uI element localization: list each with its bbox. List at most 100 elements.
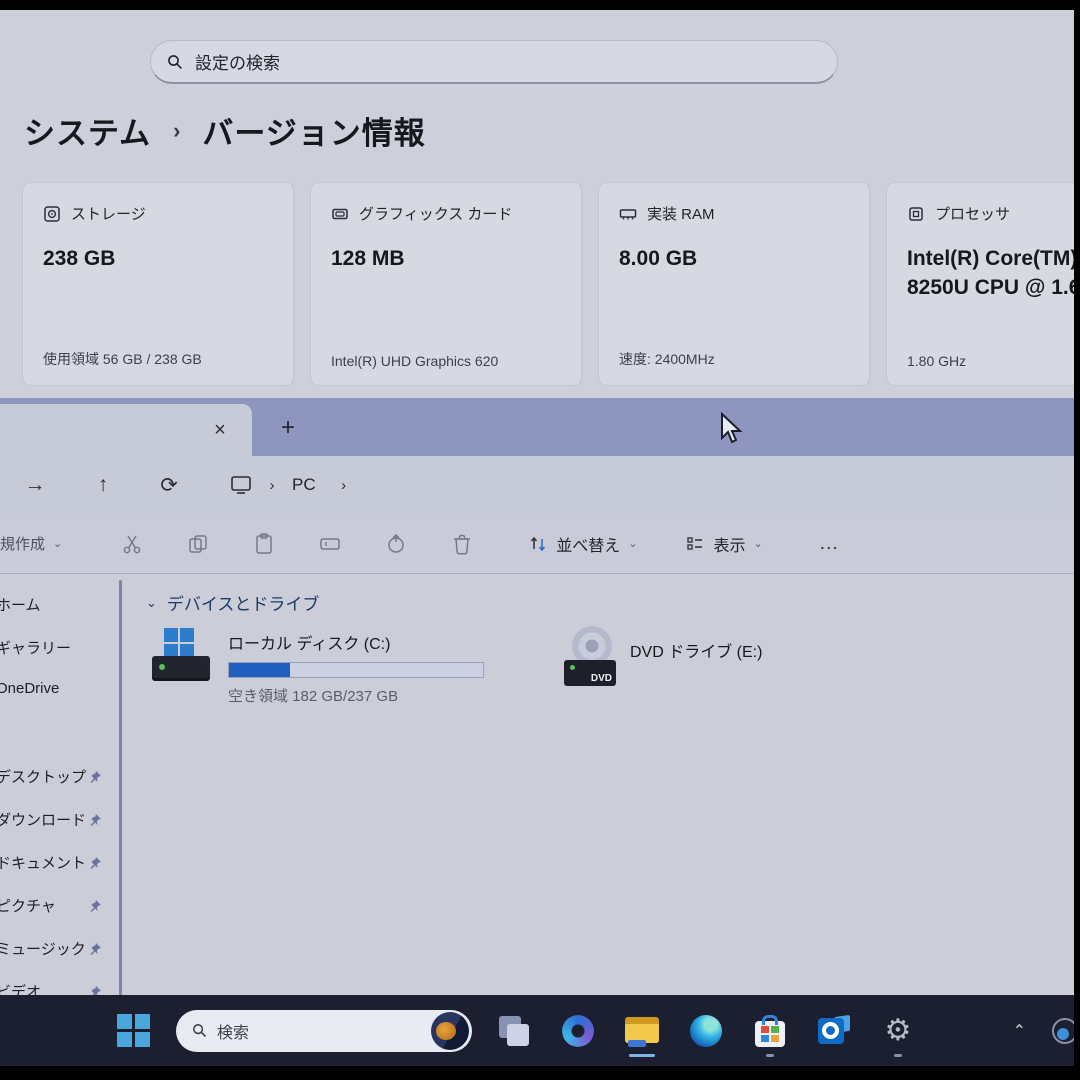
paste-icon[interactable] [252,532,276,556]
outlook-icon [818,1016,850,1046]
start-button[interactable] [112,1003,156,1059]
copilot-icon [562,1015,594,1047]
file-explorer-window: × + → ↑ ⟳ › PC › 規作成 ⌄ [0,398,1074,1005]
drive-dvd-e[interactable]: DVD DVD ドライブ (E:) [554,626,762,706]
chevron-down-icon: ⌄ [146,595,157,611]
windows-logo-icon [117,1014,151,1048]
task-view-icon [499,1016,529,1046]
pin-icon [88,942,102,956]
sidebar-item-pictures[interactable]: ピクチャ [0,895,126,916]
outlook-button[interactable] [812,1003,856,1059]
card-label: プロセッサ [935,203,1010,224]
settings-button[interactable]: ⚙ [876,1003,920,1059]
chevron-down-icon: ⌄ [753,537,762,550]
active-app-indicator [629,1054,655,1057]
copilot-button[interactable] [556,1003,600,1059]
sidebar-item-gallery[interactable]: ギャラリー [0,637,126,658]
tray-chevron-up-icon[interactable]: ⌃ [1013,1021,1026,1041]
disk-usage-bar [228,662,484,678]
view-button[interactable]: 表示 ⌄ [685,532,762,556]
card-ram[interactable]: 実装 RAM 8.00 GB 速度: 2400MHz [598,182,870,386]
new-tab-button[interactable]: + [272,412,304,444]
delete-icon[interactable] [450,532,474,556]
sort-button[interactable]: 並べ替え ⌄ [528,532,637,556]
tab-close-icon[interactable]: × [206,416,234,444]
card-detail: 速度: 2400MHz [619,349,715,369]
forward-icon[interactable]: → [0,473,70,497]
explorer-tab[interactable]: × [0,404,252,456]
sidebar-item-music[interactable]: ミュージック [0,938,126,959]
gear-icon: ⚙ [885,1016,912,1046]
pin-icon [88,770,102,784]
microsoft-store-button[interactable] [748,1003,792,1059]
card-label: グラフィックス カード [359,203,512,224]
sidebar-item-downloads[interactable]: ダウンロード [0,809,126,830]
chevron-down-icon: ⌄ [53,537,62,550]
task-view-button[interactable] [492,1003,536,1059]
taskbar-search-label: 検索 [217,1019,421,1043]
chevron-down-icon: ⌄ [628,537,637,550]
explorer-nav-bar: → ↑ ⟳ › PC › [0,456,1074,514]
file-explorer-icon [625,1017,659,1045]
pin-icon [88,813,102,827]
card-value: Intel(R) Core(TM) i5-8250U CPU @ 1.60GHz [907,244,1074,303]
rename-icon[interactable] [318,532,342,556]
screen: 設定の検索 システム › バージョン情報 ストレージ 238 GB 使用領域 5… [0,10,1074,1066]
disk-free-space: 空き領域 182 GB/237 GB [228,685,484,706]
edge-button[interactable] [684,1003,728,1059]
card-detail: 1.80 GHz [907,353,966,369]
sidebar-item-home[interactable]: ホーム [0,594,126,615]
sort-icon [528,534,548,554]
gpu-icon [331,205,349,223]
sidebar-item-onedrive[interactable]: OneDrive [0,680,126,697]
storage-icon [43,205,61,223]
open-app-indicator [766,1054,774,1057]
card-value: 8.00 GB [619,244,849,273]
search-highlight-image[interactable] [431,1012,469,1050]
pin-icon [88,899,102,913]
up-icon[interactable]: ↑ [70,473,136,497]
drive-name: DVD ドライブ (E:) [630,638,762,706]
drive-local-disk-c[interactable]: ローカル ディスク (C:) 空き領域 182 GB/237 GB [152,626,484,706]
card-storage[interactable]: ストレージ 238 GB 使用領域 56 GB / 238 GB [22,182,294,386]
search-icon [192,1023,207,1038]
sidebar-item-documents[interactable]: ドキュメント [0,852,126,873]
settings-search-input[interactable]: 設定の検索 [150,40,838,84]
file-explorer-button[interactable] [620,1003,664,1059]
address-pc[interactable]: PC [292,475,316,495]
sidebar-item-desktop[interactable]: デスクトップ [0,766,126,787]
breadcrumb-chevron: › [316,477,372,494]
breadcrumb: システム › バージョン情報 [24,108,426,153]
disk-usage-fill [229,663,290,677]
card-value: 128 MB [331,244,561,273]
card-label: 実装 RAM [647,203,715,224]
taskbar-search-input[interactable]: 検索 [176,1010,472,1052]
breadcrumb-system[interactable]: システム [24,108,151,153]
more-options-button[interactable]: … [819,532,841,555]
taskbar: 検索 [0,995,1074,1066]
store-icon [755,1021,785,1047]
this-pc-icon [230,475,252,495]
breadcrumb-chevron: › [252,477,292,494]
dvd-drive-icon: DVD [554,626,616,688]
share-icon[interactable] [384,532,408,556]
network-tray-icon[interactable] [1052,1018,1074,1044]
refresh-icon[interactable]: ⟳ [136,473,202,498]
settings-search-text: 設定の検索 [195,49,280,74]
card-processor[interactable]: プロセッサ Intel(R) Core(TM) i5-8250U CPU @ 1… [886,182,1074,386]
explorer-sidebar: ホーム ギャラリー OneDrive デスクトップ ダウンロード ドキュメント … [0,574,118,1005]
explorer-toolbar: 規作成 ⌄ [0,514,1074,574]
card-detail: Intel(R) UHD Graphics 620 [331,353,498,369]
explorer-tab-bar: × + [0,398,1074,456]
card-value: 238 GB [43,244,273,273]
spec-cards: ストレージ 238 GB 使用領域 56 GB / 238 GB グラフィックス… [22,182,1074,386]
card-graphics[interactable]: グラフィックス カード 128 MB Intel(R) UHD Graphics… [310,182,582,386]
breadcrumb-about: バージョン情報 [202,108,425,153]
copy-icon[interactable] [186,532,210,556]
section-devices-and-drives[interactable]: ⌄ デバイスとドライブ [146,590,1074,615]
sidebar-scrollbar[interactable] [119,580,122,1001]
cut-icon[interactable] [120,532,144,556]
view-icon [685,534,705,554]
mouse-cursor [718,412,744,446]
new-item-button[interactable]: 規作成 ⌄ [0,533,62,554]
